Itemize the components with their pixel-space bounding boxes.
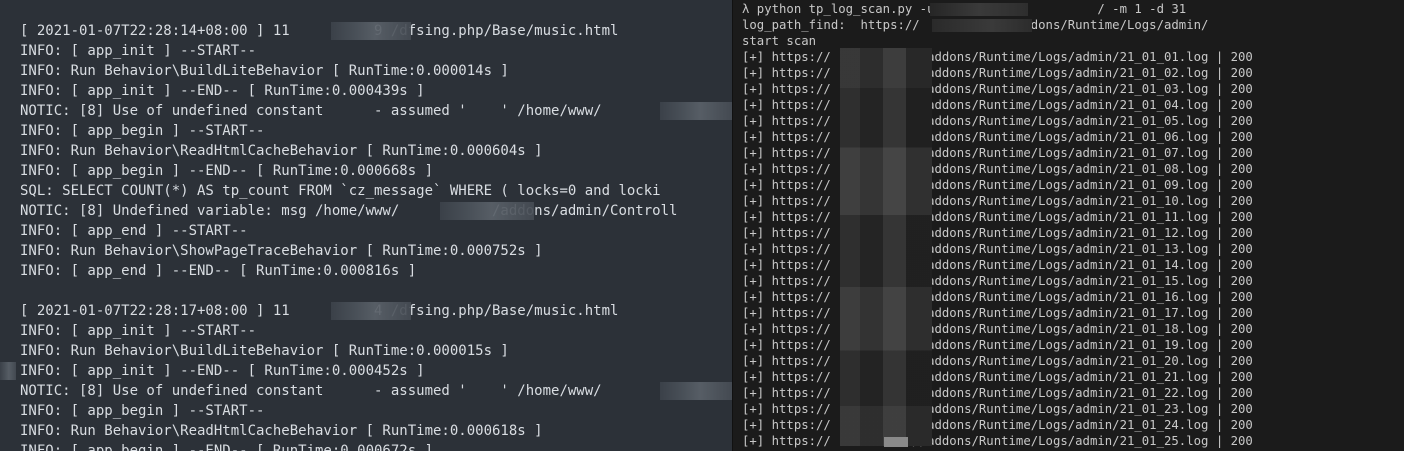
log-line: INFO: [ app_end ] --END-- [ RunTime:0.00…	[20, 263, 417, 279]
redacted-ip-2	[331, 302, 411, 320]
scan-result-line: [+] https:// //addons/Runtime/Logs/admin…	[742, 386, 1253, 400]
scan-result-line: [+] https:// //addons/Runtime/Logs/admin…	[742, 66, 1253, 80]
scan-result-line: [+] https:// //addons/Runtime/Logs/admin…	[742, 306, 1253, 320]
log-line: INFO: [ app_init ] --END-- [ RunTime:0.0…	[20, 363, 425, 379]
redacted-url-1	[930, 3, 1028, 16]
scan-result-line: [+] https:// //addons/Runtime/Logs/admin…	[742, 210, 1253, 224]
log-line: INFO: Run Behavior\ReadHtmlCacheBehavior…	[20, 143, 543, 159]
log-line: INFO: [ app_begin ] --START--	[20, 403, 265, 419]
log-line: INFO: [ app_init ] --START--	[20, 323, 257, 339]
scan-result-line: [+] https:// //addons/Runtime/Logs/admin…	[742, 98, 1253, 112]
scan-result-line: [+] https:// //addons/Runtime/Logs/admin…	[742, 418, 1253, 432]
scan-result-line: [+] https:// //addons/Runtime/Logs/admin…	[742, 130, 1253, 144]
scan-result-line: [+] https:// //addons/Runtime/Logs/admin…	[742, 370, 1253, 384]
log-line: INFO: [ app_begin ] --END-- [ RunTime:0.…	[20, 443, 434, 451]
log-line: NOTIC: [8] Use of undefined constant - a…	[20, 383, 602, 399]
scan-result-line: [+] https:// //addons/Runtime/Logs/admin…	[742, 290, 1253, 304]
log-line: INFO: [ app_end ] --START--	[20, 223, 248, 239]
redacted-edge	[0, 362, 16, 380]
log-line: INFO: [ app_init ] --START--	[20, 43, 257, 59]
redacted-path-2	[440, 202, 534, 220]
scan-result-line: [+] https:// //addons/Runtime/Logs/admin…	[742, 354, 1253, 368]
log-line: NOTIC: [8] Undefined variable: msg /home…	[20, 203, 678, 219]
redacted-url-2	[932, 19, 1032, 32]
terminal-pane[interactable]: λ python tp_log_scan.py -u https:// / -m…	[733, 0, 1404, 451]
log-line: NOTIC: [8] Use of undefined constant - a…	[20, 103, 602, 119]
scan-result-line: [+] https:// //addons/Runtime/Logs/admin…	[742, 82, 1253, 96]
scan-result-line: [+] https:// //addons/Runtime/Logs/admin…	[742, 194, 1253, 208]
log-line: INFO: [ app_begin ] --START--	[20, 123, 265, 139]
screenshot: [ 2021-01-07T22:28:14+08:00 ] 11 9 /dfsi…	[0, 0, 1404, 451]
log-line: INFO: Run Behavior\ReadHtmlCacheBehavior…	[20, 423, 543, 439]
scan-result-line: [+] https:// //addons/Runtime/Logs/admin…	[742, 402, 1253, 416]
scan-result-line: [+] https:// //addons/Runtime/Logs/admin…	[742, 258, 1253, 272]
log-line: SQL: SELECT COUNT(*) AS tp_count FROM `c…	[20, 183, 661, 199]
scan-result-line: [+] https:// //addons/Runtime/Logs/admin…	[742, 434, 1253, 448]
terminal-output-line: start scan	[742, 34, 817, 48]
scan-result-line: [+] https:// //addons/Runtime/Logs/admin…	[742, 50, 1253, 64]
scan-result-line: [+] https:// //addons/Runtime/Logs/admin…	[742, 322, 1253, 336]
terminal-lines: λ python tp_log_scan.py -u https:// / -m…	[742, 1, 1253, 449]
scan-result-line: [+] https:// //addons/Runtime/Logs/admin…	[742, 178, 1253, 192]
redacted-fragment	[884, 437, 908, 447]
scan-result-line: [+] https:// //addons/Runtime/Logs/admin…	[742, 114, 1253, 128]
scan-result-line: [+] https:// //addons/Runtime/Logs/admin…	[742, 242, 1253, 256]
log-line: INFO: [ app_begin ] --END-- [ RunTime:0.…	[20, 163, 434, 179]
redacted-ip-1	[331, 22, 411, 40]
scan-result-line: [+] https:// //addons/Runtime/Logs/admin…	[742, 226, 1253, 240]
log-line: INFO: Run Behavior\BuildLiteBehavior [ R…	[20, 343, 509, 359]
log-line: INFO: Run Behavior\BuildLiteBehavior [ R…	[20, 63, 509, 79]
log-line: INFO: Run Behavior\ShowPageTraceBehavior…	[20, 243, 543, 259]
scan-result-line: [+] https:// //addons/Runtime/Logs/admin…	[742, 274, 1253, 288]
log-line: INFO: [ app_init ] --END-- [ RunTime:0.0…	[20, 83, 425, 99]
scan-result-line: [+] https:// //addons/Runtime/Logs/admin…	[742, 162, 1253, 176]
scan-result-line: [+] https:// //addons/Runtime/Logs/admin…	[742, 338, 1253, 352]
redacted-path-3	[660, 382, 733, 400]
redacted-host-column	[840, 48, 932, 446]
scan-result-line: [+] https:// //addons/Runtime/Logs/admin…	[742, 146, 1253, 160]
log-viewer-pane[interactable]: [ 2021-01-07T22:28:14+08:00 ] 11 9 /dfsi…	[0, 0, 733, 451]
log-lines: [ 2021-01-07T22:28:14+08:00 ] 11 9 /dfsi…	[20, 21, 677, 451]
redacted-path-1	[660, 102, 733, 120]
